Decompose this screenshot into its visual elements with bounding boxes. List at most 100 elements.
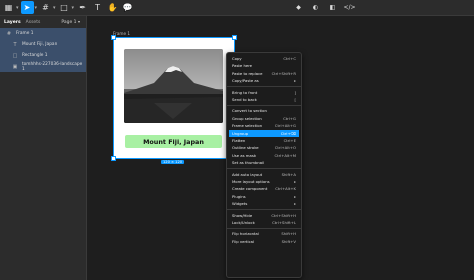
boolean-button[interactable]: ◧	[326, 1, 339, 14]
menu-item-label: Create component	[232, 186, 268, 192]
text-tool-button[interactable]: T	[91, 1, 104, 14]
main-menu-tool-button[interactable]: ▦	[2, 1, 15, 14]
shape-icon: □	[60, 3, 68, 12]
menu-item-outline-stroke[interactable]: Outline stroke Ctrl+Alt+O	[229, 144, 299, 151]
menu-item-ungroup[interactable]: Ungroup Ctrl+⌫	[229, 129, 299, 137]
menu-item-flip-horizontal[interactable]: Flip horizontal Shift+H	[229, 230, 299, 237]
menu-item-shortcut: Ctrl+Alt+G	[274, 123, 296, 129]
layer-row[interactable]: # Frame 1	[0, 28, 86, 39]
move-tool-button[interactable]: ➤	[20, 1, 34, 14]
tab-assets[interactable]: Assets	[26, 20, 41, 25]
menu-item-flatten[interactable]: Flatten Ctrl+E	[229, 137, 299, 144]
pen-tool-button[interactable]: ✒	[76, 1, 89, 14]
menu-item-label: Show/Hide	[232, 212, 253, 218]
tab-layers[interactable]: Layers	[4, 20, 21, 25]
code-icon: </>	[343, 4, 356, 11]
caption-box[interactable]: Mount Fiji, Japan	[125, 135, 222, 148]
menu-item-label: Flip vertical	[232, 238, 255, 244]
hand-tool-button[interactable]: ✋	[106, 1, 119, 14]
code-button[interactable]: </>	[343, 1, 356, 14]
menu-item-shortcut: Ctrl+Alt+K	[275, 186, 296, 192]
menu-divider	[227, 168, 301, 170]
mask-button[interactable]: ◐	[309, 1, 322, 14]
layer-type-icon: □	[12, 52, 18, 59]
menu-item-set-as-thumbnail[interactable]: Set as thumbnail	[229, 159, 299, 166]
shape-tool-button[interactable]: □	[58, 1, 71, 14]
layers-sidebar: Layers Assets Page 1 ▾ # Frame 1 T Mount Fi…	[0, 16, 87, 280]
menu-item-shortcut: Ctrl+E	[283, 138, 296, 143]
menu-item-label: Send to back	[232, 97, 257, 102]
menu-item-widgets[interactable]: Widgets ▸	[229, 200, 299, 207]
menu-item-copy-paste-as[interactable]: Copy/Paste as ▸	[229, 77, 299, 84]
menu-item-label: Copy/Paste as	[232, 78, 259, 84]
menu-item-label: Set as thumbnail	[232, 160, 265, 166]
menu-item-label: Add auto layout	[232, 171, 263, 177]
chevron-right-icon: ▸	[294, 78, 296, 84]
menu-divider	[227, 227, 301, 229]
layer-label: Frame 1	[16, 31, 34, 36]
resize-handle-tr[interactable]	[232, 35, 237, 40]
text-icon: T	[95, 3, 100, 12]
chevron-right-icon: ▸	[294, 193, 296, 199]
menu-item-send-to-back[interactable]: Send to back [	[229, 96, 299, 103]
menu-item-label: Use as mask	[232, 152, 257, 158]
frame-tool-button[interactable]: #	[39, 1, 52, 14]
menu-item-label: Flatten	[232, 138, 246, 143]
menu-item-label: Paste to replace	[232, 70, 263, 76]
chevron-down-icon[interactable]: ▾	[53, 5, 56, 11]
menu-item-frame-selection[interactable]: Frame selection Ctrl+Alt+G	[229, 122, 299, 129]
menu-item-shortcut: Ctrl+C	[283, 56, 296, 61]
top-toolbar: ▦ ▾ ➤ ▾ # ▾ □ ▾ ✒ T ✋ 💬 ◆ ◐ ◧ </>	[0, 0, 474, 16]
menu-item-lock-unlock[interactable]: Lock/Unlock Ctrl+Shift+L	[229, 219, 299, 226]
menu-item-paste-here[interactable]: Paste here	[229, 62, 299, 69]
menu-item-add-auto-layout[interactable]: Add auto layout Shift+A	[229, 171, 299, 178]
frame-1[interactable]: Mount Fiji, Japan	[111, 35, 237, 161]
menu-item-label: Ungroup	[232, 130, 249, 136]
menu-item-copy[interactable]: Copy Ctrl+C	[229, 55, 299, 62]
resize-handle-bl[interactable]	[111, 156, 116, 161]
component-icon: ◆	[296, 4, 301, 11]
menu-item-use-as-mask[interactable]: Use as mask Ctrl+Alt+M	[229, 152, 299, 159]
boolean-icon: ◧	[329, 4, 336, 11]
menu-item-bring-to-front[interactable]: Bring to front]	[229, 89, 299, 96]
menu-item-flip-vertical[interactable]: Flip vertical Shift+V	[229, 238, 299, 245]
chevron-down-icon[interactable]: ▾	[35, 5, 38, 11]
menu-item-convert-to-section[interactable]: Convert to section	[229, 107, 299, 114]
frame-icon: #	[42, 3, 49, 12]
menu-item-create-component[interactable]: Create component Ctrl+Alt+K	[229, 185, 299, 192]
menu-item-label: Convert to section	[232, 108, 267, 114]
layer-row[interactable]: ▣ tomhhhs-227036-landscape 1	[0, 61, 86, 72]
pen-icon: ✒	[79, 3, 86, 12]
chevron-right-icon: ▸	[294, 179, 296, 184]
menu-item-label: Bring to front	[232, 89, 258, 95]
menu-item-more-layout-options[interactable]: More layout options ▸	[229, 178, 299, 185]
menu-item-label: Outline stroke	[232, 145, 259, 151]
menu-item-plugins[interactable]: Plugins ▸	[229, 193, 299, 200]
menu-item-paste-to-replace[interactable]: Paste to replace Ctrl+Shift+R	[229, 70, 299, 77]
layer-row[interactable]: T Mount Fiji, Japan	[0, 39, 86, 50]
menu-item-group-selection[interactable]: Group selection Ctrl+G	[229, 115, 299, 122]
menu-item-shortcut: Ctrl+G	[283, 115, 296, 121]
menu-item-shortcut: ]	[294, 89, 296, 95]
layer-row[interactable]: □ Rectangle 1	[0, 50, 86, 61]
right-tool-group: ◆ ◐ ◧ </>	[292, 1, 356, 14]
layer-label: tomhhhs-227036-landscape 1	[21, 61, 83, 72]
sidebar-tabs: Layers Assets Page 1 ▾	[0, 16, 86, 28]
chevron-down-icon[interactable]: ▾	[16, 5, 19, 11]
menu-item-shortcut: Ctrl+Shift+L	[272, 220, 296, 225]
menu-item-shortcut: [	[294, 97, 296, 102]
page-selector[interactable]: Page 1 ▾	[61, 19, 80, 25]
menu-item-label: Frame selection	[232, 123, 263, 129]
chevron-down-icon[interactable]: ▾	[72, 5, 75, 11]
mask-icon: ◐	[312, 4, 319, 11]
component-button[interactable]: ◆	[292, 1, 305, 14]
menu-item-label: Widgets	[232, 201, 248, 207]
menu-divider	[227, 209, 301, 211]
chevron-down-icon: ▾	[77, 19, 80, 24]
menu-item-show-hide[interactable]: Show/Hide Ctrl+Shift+H	[229, 212, 299, 219]
size-badge: 120 × 120	[161, 160, 185, 164]
page-selector-label: Page 1	[61, 20, 77, 25]
comment-tool-button[interactable]: 💬	[121, 1, 134, 14]
landscape-image[interactable]	[124, 49, 223, 123]
resize-handle-tl[interactable]	[111, 35, 116, 40]
